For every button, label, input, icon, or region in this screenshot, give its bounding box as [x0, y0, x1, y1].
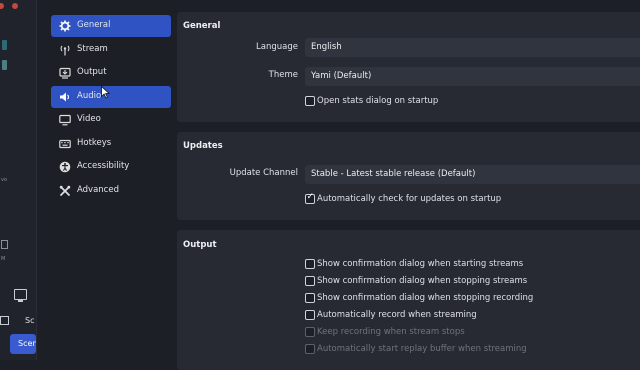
mouse-pointer-icon — [101, 86, 110, 99]
confirm-start-stream-checkbox[interactable] — [305, 259, 315, 269]
scenes-icon — [0, 316, 9, 325]
gear-icon — [59, 20, 71, 32]
sidebar-item-label: Video — [77, 114, 101, 124]
accessibility-icon — [59, 161, 71, 173]
sidebar-item-label: Accessibility — [77, 161, 130, 171]
section-title: Output — [183, 240, 217, 250]
auto-check-updates-label: Automatically check for updates on start… — [317, 194, 502, 204]
section-title: General — [183, 21, 221, 31]
sidebar-item-hotkeys[interactable]: Hotkeys — [51, 133, 171, 155]
theme-label: Theme — [268, 70, 298, 80]
monitor-icon — [59, 114, 71, 126]
sidebar-item-advanced[interactable]: Advanced — [51, 180, 171, 202]
general-panel: General Language English Theme Yami (Def… — [177, 12, 640, 122]
auto-record-checkbox[interactable] — [305, 310, 315, 320]
sidebar-item-video[interactable]: Video — [51, 109, 171, 131]
sidebar-item-audio[interactable]: Audio — [51, 85, 171, 108]
settings-content: General Language English Theme Yami (Def… — [177, 0, 640, 370]
keep-recording-checkbox — [305, 327, 315, 337]
settings-sidebar: General Stream Output Audio Video Hotkey… — [51, 15, 171, 203]
auto-replay-buffer-label: Automatically start replay buffer when s… — [317, 344, 527, 354]
keep-recording-label: Keep recording when stream stops — [317, 327, 465, 337]
sidebar-item-label: Stream — [77, 43, 108, 54]
confirm-stop-stream-checkbox[interactable] — [305, 276, 315, 286]
language-label: Language — [256, 42, 298, 52]
keyboard-icon — [59, 139, 71, 148]
confirm-stop-recording-checkbox[interactable] — [305, 293, 315, 303]
sidebar-item-label: Advanced — [77, 184, 119, 195]
auto-check-updates-checkbox[interactable] — [305, 192, 315, 204]
side-label: M — [1, 256, 6, 262]
sidebar-item-label: Audio — [77, 90, 102, 101]
section-title: Updates — [183, 141, 223, 151]
output-icon — [59, 67, 71, 79]
side-marker — [2, 40, 7, 50]
side-box — [1, 240, 8, 249]
update-channel-label: Update Channel — [229, 168, 298, 178]
monitor-icon[interactable] — [14, 289, 27, 302]
side-label: vo — [1, 177, 8, 183]
confirm-stop-stream-label: Show confirmation dialog when stopping s… — [317, 276, 528, 286]
open-stats-label: Open stats dialog on startup — [317, 96, 439, 106]
updates-panel: Updates Update Channel Stable - Latest s… — [177, 132, 640, 220]
sidebar-item-label: Hotkeys — [77, 137, 112, 148]
output-panel: Output Show confirmation dialog when sta… — [177, 230, 640, 370]
auto-replay-buffer-checkbox — [305, 344, 315, 354]
antenna-icon — [60, 45, 70, 55]
sidebar-item-accessibility[interactable]: Accessibility — [51, 156, 171, 178]
open-stats-checkbox[interactable] — [305, 96, 315, 106]
sidebar-item-stream[interactable]: Stream — [51, 39, 171, 61]
close-dot-icon[interactable] — [12, 3, 18, 9]
confirm-stop-recording-label: Show confirmation dialog when stopping r… — [317, 293, 534, 303]
scene-button[interactable]: Scen — [10, 334, 36, 354]
settings-window: General Stream Output Audio Video Hotkey… — [36, 0, 640, 370]
update-channel-select[interactable]: Stable - Latest stable release (Default) — [305, 165, 640, 184]
confirm-start-stream-label: Show confirmation dialog when starting s… — [317, 259, 524, 269]
close-dot-icon[interactable] — [0, 3, 4, 9]
sidebar-item-general[interactable]: General — [51, 15, 171, 37]
background-window-strip: vo M Sc Scen — [0, 0, 36, 360]
wrench-icon — [59, 185, 71, 196]
scenes-header-label: Sc — [25, 316, 35, 325]
sidebar-item-label: General — [77, 20, 111, 30]
sidebar-item-output[interactable]: Output — [51, 62, 171, 84]
theme-select[interactable]: Yami (Default) — [305, 67, 640, 86]
sidebar-item-label: Output — [77, 67, 107, 77]
auto-record-label: Automatically record when streaming — [317, 310, 477, 320]
side-marker — [2, 60, 7, 70]
speaker-icon — [60, 92, 70, 101]
language-select[interactable]: English — [305, 38, 640, 57]
